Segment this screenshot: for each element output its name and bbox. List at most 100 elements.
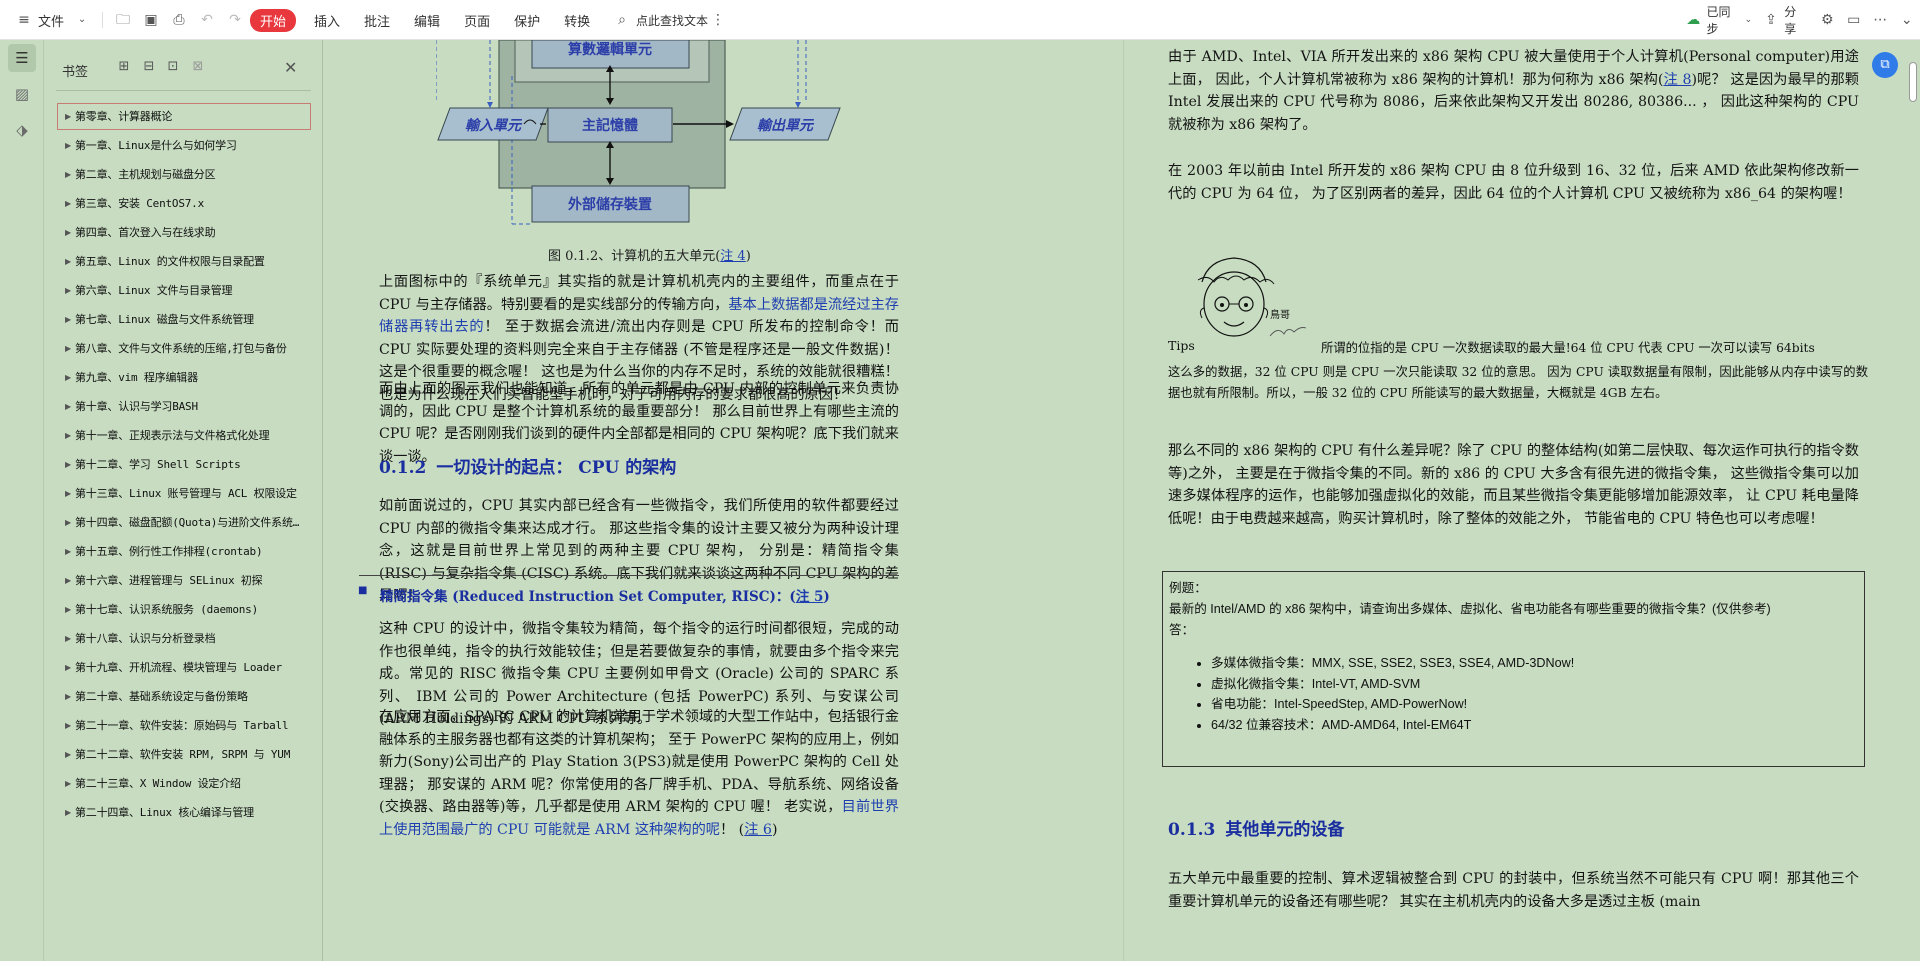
tab-edit[interactable]: 编辑: [414, 11, 440, 30]
expand-arrow-icon[interactable]: ▶: [65, 189, 71, 218]
share-icon[interactable]: ⇪: [1764, 12, 1779, 28]
expand-arrow-icon[interactable]: ▶: [65, 711, 71, 740]
add-bookmark-icon[interactable]: ⊞: [116, 59, 132, 75]
chevron-down-icon[interactable]: ⌄: [74, 12, 90, 28]
search-input[interactable]: 点此查找文本: [636, 12, 708, 29]
note-link[interactable]: 注 5: [796, 589, 824, 605]
list-item: 虚拟化微指令集：Intel-VT, AMD-SVM: [1211, 674, 1858, 695]
floating-tools-icon[interactable]: ⧉: [1872, 52, 1898, 78]
more-vertical-icon[interactable]: ⋮: [710, 12, 726, 28]
expand-arrow-icon[interactable]: ▶: [65, 798, 71, 827]
bookmark-item[interactable]: ▶ 第二章、主机规划与磁盘分区: [56, 160, 312, 189]
bookmark-item[interactable]: ▶ 第十章、认识与学习BASH: [56, 392, 312, 421]
save-icon[interactable]: ▣: [143, 12, 159, 28]
bookmark-item[interactable]: ▶ 第十五章、例行性工作排程(crontab): [56, 537, 312, 566]
expand-arrow-icon[interactable]: ▶: [65, 653, 71, 682]
collapse-ribbon-icon[interactable]: ⌄: [1900, 12, 1915, 28]
scrollbar-thumb[interactable]: [1909, 62, 1917, 102]
expand-arrow-icon[interactable]: ▶: [65, 131, 71, 160]
bookmark-item[interactable]: ▶ 第十七章、认识系统服务 (daemons): [56, 595, 312, 624]
bookmark-item[interactable]: ▶ 第六章、Linux 文件与目录管理: [56, 276, 312, 305]
expand-arrow-icon[interactable]: ▶: [65, 508, 71, 537]
expand-arrow-icon[interactable]: ▶: [65, 392, 71, 421]
expand-arrow-icon[interactable]: ▶: [65, 102, 71, 131]
tag-icon[interactable]: ⬗: [8, 116, 36, 144]
tab-start[interactable]: 开始: [250, 8, 297, 32]
bookmark-item[interactable]: ▶ 第十二章、学习 Shell Scripts: [56, 450, 312, 479]
tab-convert[interactable]: 转换: [564, 11, 590, 30]
settings-gear-icon[interactable]: ⚙: [1820, 12, 1835, 28]
sync-status[interactable]: 已同步: [1707, 3, 1740, 37]
bookmark-item[interactable]: ▶ 第二十章、基础系统设定与备份策略: [56, 682, 312, 711]
expand-arrow-icon[interactable]: ▶: [65, 363, 71, 392]
bookmark-item[interactable]: ▶ 第二十一章、软件安装：原始码与 Tarball: [56, 711, 312, 740]
search-icon[interactable]: ⌕: [614, 12, 630, 28]
add-sub-bookmark-icon[interactable]: ⊟: [141, 59, 157, 75]
bookmark-item[interactable]: ▶ 第四章、首次登入与在线求助: [56, 218, 312, 247]
tab-protect[interactable]: 保护: [514, 11, 540, 30]
bookmark-item[interactable]: ▶ 第十三章、Linux 账号管理与 ACL 权限设定: [56, 479, 312, 508]
bookmark-item[interactable]: ▶ 第十八章、认识与分析登录档: [56, 624, 312, 653]
print-icon[interactable]: ⎙: [171, 12, 187, 28]
share-button[interactable]: 分享: [1784, 3, 1806, 37]
bookmark-label: 第十一章、正规表示法与文件格式化处理: [75, 429, 270, 442]
tab-comment[interactable]: 批注: [364, 11, 390, 30]
expand-arrow-icon[interactable]: ▶: [65, 276, 71, 305]
close-icon[interactable]: ✕: [284, 58, 297, 77]
hamburger-menu-icon[interactable]: ≡: [16, 12, 32, 28]
bookmark-item[interactable]: ▶ 第二十二章、软件安装 RPM, SRPM 与 YUM: [56, 740, 312, 769]
expand-arrow-icon[interactable]: ▶: [65, 450, 71, 479]
vertical-scrollbar[interactable]: [1906, 40, 1920, 961]
undo-icon[interactable]: ↶: [199, 12, 215, 28]
expand-arrow-icon[interactable]: ▶: [65, 682, 71, 711]
redo-icon[interactable]: ↷: [227, 12, 243, 28]
note-link[interactable]: 注 6: [744, 822, 772, 838]
bookmark-item[interactable]: ▶ 第七章、Linux 磁盘与文件系统管理: [56, 305, 312, 334]
bookmark-item[interactable]: ▶ 第十九章、开机流程、模块管理与 Loader: [56, 653, 312, 682]
more-horizontal-icon[interactable]: ⋯: [1873, 12, 1888, 28]
file-menu[interactable]: 文件: [38, 11, 64, 30]
chevron-down-icon[interactable]: ⌄: [1741, 12, 1756, 28]
tab-page[interactable]: 页面: [464, 11, 490, 30]
expand-arrow-icon[interactable]: ▶: [65, 421, 71, 450]
expand-arrow-icon[interactable]: ▶: [65, 566, 71, 595]
bookmark-panel-icon[interactable]: ☰: [8, 44, 36, 72]
bookmark-item[interactable]: ▶ 第二十三章、X Window 设定介绍: [56, 769, 312, 798]
bookmark-item[interactable]: ▶ 第九章、vim 程序编辑器: [56, 363, 312, 392]
bookmark-item[interactable]: ▶ 第一章、Linux是什么与如何学习: [56, 131, 312, 160]
bookmark-label: 第十二章、学习 Shell Scripts: [75, 458, 241, 471]
expand-arrow-icon[interactable]: ▶: [65, 537, 71, 566]
expand-arrow-icon[interactable]: ▶: [65, 218, 71, 247]
expand-arrow-icon[interactable]: ▶: [65, 740, 71, 769]
tab-insert[interactable]: 插入: [314, 11, 340, 30]
expand-arrow-icon[interactable]: ▶: [65, 160, 71, 189]
expand-arrow-icon[interactable]: ▶: [65, 624, 71, 653]
edit-bookmark-icon[interactable]: ⊡: [165, 59, 181, 75]
open-folder-icon[interactable]: 🗀: [115, 12, 131, 28]
bookmark-item[interactable]: ▶ 第二十四章、Linux 核心编译与管理: [56, 798, 312, 827]
bookmark-item[interactable]: ▶ 第三章、安装 CentOS7.x: [56, 189, 312, 218]
bookmark-item[interactable]: ▶ 第八章、文件与文件系统的压缩,打包与备份: [56, 334, 312, 363]
note-link[interactable]: 注 8: [1663, 72, 1691, 88]
expand-arrow-icon[interactable]: ▶: [65, 769, 71, 798]
expand-arrow-icon[interactable]: ▶: [65, 247, 71, 276]
bookmark-item[interactable]: ▶ 第零章、计算器概论: [56, 102, 312, 131]
delete-bookmark-icon[interactable]: ⊠: [190, 59, 206, 75]
document-view[interactable]: 算數邏輯單元 輸入單元 主記憶體 輸出單元 外部儲存裝置 图 0.1.2、计算机…: [323, 40, 1920, 961]
expand-arrow-icon[interactable]: ▶: [65, 305, 71, 334]
bookmark-item[interactable]: ▶ 第十一章、正规表示法与文件格式化处理: [56, 421, 312, 450]
bookmark-label: 第六章、Linux 文件与目录管理: [75, 284, 233, 297]
bookmark-item[interactable]: ▶ 第五章、Linux 的文件权限与目录配置: [56, 247, 312, 276]
paragraph-text: 在应用方面，SPARC CPU 的计算机常用于学术领域的大型工作站中，包括银行金…: [379, 709, 899, 815]
expand-arrow-icon[interactable]: ▶: [65, 595, 71, 624]
bookmark-item[interactable]: ▶ 第十四章、磁盘配额(Quota)与进阶文件系统管理: [56, 508, 312, 537]
cloud-sync-icon[interactable]: ☁: [1686, 12, 1701, 28]
comment-icon[interactable]: ▭: [1847, 12, 1862, 28]
expand-arrow-icon[interactable]: ▶: [65, 479, 71, 508]
expand-arrow-icon[interactable]: ▶: [65, 334, 71, 363]
thumbnail-icon[interactable]: ▨: [8, 80, 36, 108]
bookmark-item[interactable]: ▶ 第十六章、进程管理与 SELinux 初探: [56, 566, 312, 595]
bookmark-label: 第二章、主机规划与磁盘分区: [75, 168, 216, 181]
document-page-right: 由于 AMD、Intel、VIA 所开发出来的 x86 架构 CPU 被大量使用…: [1125, 40, 1920, 961]
caption-note-link[interactable]: 注 4: [720, 249, 745, 264]
